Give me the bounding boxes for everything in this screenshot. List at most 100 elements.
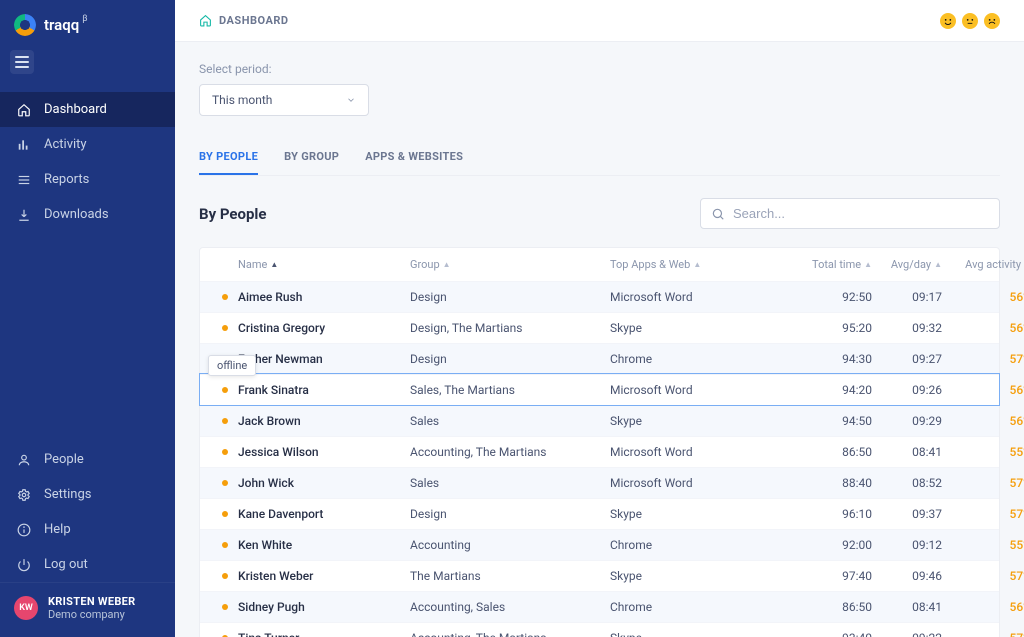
cell-total: 94:50 [810,414,890,428]
cell-avgday: 08:52 [890,476,960,490]
cell-group: Sales [410,414,610,428]
table-row[interactable]: John WickSalesMicrosoft Word88:4008:5257… [200,467,999,498]
tab-by-group[interactable]: BY GROUP [284,140,339,175]
page-title: DASHBOARD [219,14,289,27]
cell-total: 92:00 [810,538,890,552]
cell-total: 92:50 [810,290,890,304]
nav-downloads[interactable]: Downloads [0,197,175,232]
user-footer[interactable]: KW KRISTEN WEBER Demo company [0,582,175,637]
topbar: DASHBOARD [175,0,1024,42]
cell-avgday: 09:29 [890,414,960,428]
emoji-happy-icon[interactable] [940,13,956,29]
cell-name: John Wick [238,476,294,490]
period-select[interactable]: This month [199,84,369,116]
nav-label: Dashboard [44,102,107,117]
emoji-sad-icon[interactable] [984,13,1000,29]
cell-apps: Microsoft Word [610,383,810,397]
info-icon [16,523,32,537]
emoji-neutral-icon[interactable] [962,13,978,29]
nav-label: Help [44,522,71,537]
th-apps[interactable]: Top Apps & Web▲ [610,258,810,271]
cell-group: Design [410,352,610,366]
cell-name: Ken White [238,538,292,552]
nav-logout[interactable]: Log out [0,547,175,582]
cell-avgday: 09:17 [890,290,960,304]
tab-apps-websites[interactable]: APPS & WEBSITES [365,140,463,175]
th-avgday[interactable]: Avg/day▲ [890,258,960,271]
table-row[interactable]: Esther NewmanDesignChrome94:3009:2757% [200,343,999,374]
table-row[interactable]: Cristina GregoryDesign, The MartiansSkyp… [200,312,999,343]
primary-nav: Dashboard Activity Reports Downloads [0,92,175,232]
cell-name: Jack Brown [238,414,301,428]
cell-group: Design [410,290,610,304]
cell-name: Kristen Weber [238,569,313,583]
status-dot [222,294,228,300]
nav-settings[interactable]: Settings [0,477,175,512]
table-row[interactable]: Tina TurnerAccounting, The MartiansSkype… [200,622,999,637]
menu-toggle-button[interactable] [10,50,34,74]
nav-reports[interactable]: Reports [0,162,175,197]
cell-total: 93:40 [810,631,890,637]
cell-total: 94:20 [810,383,890,397]
cell-total: 86:50 [810,600,890,614]
th-avgact[interactable]: Avg activity▲ [960,258,1024,271]
table-row[interactable]: Kane DavenportDesignSkype96:1009:3757% [200,498,999,529]
nav-dashboard[interactable]: Dashboard [0,92,175,127]
th-group[interactable]: Group▲ [410,258,610,271]
section-title: By People [199,205,267,223]
emoji-feedback [940,13,1000,29]
cell-name: Tina Turner [238,631,299,637]
cell-avgday: 09:12 [890,538,960,552]
table-row[interactable]: Jessica WilsonAccounting, The MartiansMi… [200,436,999,467]
table-row[interactable]: Jack BrownSalesSkype94:5009:2956% [200,405,999,436]
cell-name: Sidney Pugh [238,600,305,614]
main: DASHBOARD Select period: This month BY P… [175,0,1024,637]
secondary-nav: People Settings Help Log out [0,442,175,582]
logo[interactable]: traqq β [0,0,175,50]
gear-icon [16,488,32,502]
th-total[interactable]: Total time▲ [810,258,890,271]
tab-by-people[interactable]: BY PEOPLE [199,140,258,175]
cell-name: Aimee Rush [238,290,302,304]
cell-avgact: 55% [960,538,1024,552]
cell-avgday: 09:27 [890,352,960,366]
table-row[interactable]: Sidney PughAccounting, SalesChrome86:500… [200,591,999,622]
status-dot [222,480,228,486]
logo-badge: β [82,14,87,24]
nav-activity[interactable]: Activity [0,127,175,162]
table-row[interactable]: Aimee RushDesignMicrosoft Word92:5009:17… [200,281,999,312]
cell-apps: Skype [610,507,810,521]
cell-apps: Microsoft Word [610,445,810,459]
status-dot [222,418,228,424]
breadcrumb: DASHBOARD [199,14,289,27]
home-icon [199,14,212,27]
logo-icon [14,14,36,36]
th-name[interactable]: Name▲ [200,258,410,271]
cell-avgact: 57% [960,476,1024,490]
search-box[interactable] [700,198,1000,229]
cell-avgday: 09:32 [890,321,960,335]
cell-total: 96:10 [810,507,890,521]
cell-total: 94:30 [810,352,890,366]
status-dot [222,325,228,331]
period-value: This month [212,93,272,107]
nav-label: Log out [44,557,88,572]
cell-name: Jessica Wilson [238,445,319,459]
cell-name: Kane Davenport [238,507,323,521]
cell-avgact: 56% [960,383,1024,397]
table-row[interactable]: Kristen WeberThe MartiansSkype97:4009:46… [200,560,999,591]
nav-help[interactable]: Help [0,512,175,547]
search-input[interactable] [733,206,989,221]
cell-group: Accounting, The Martians [410,631,610,637]
table-row[interactable]: Ken WhiteAccountingChrome92:0009:1255% [200,529,999,560]
cell-avgday: 09:46 [890,569,960,583]
table-row[interactable]: offlineFrank SinatraSales, The MartiansM… [200,374,999,405]
cell-apps: Chrome [610,352,810,366]
cell-avgday: 09:26 [890,383,960,397]
cell-avgact: 56% [960,600,1024,614]
nav-people[interactable]: People [0,442,175,477]
status-dot [222,604,228,610]
people-table: Name▲ Group▲ Top Apps & Web▲ Total time▲… [199,247,1000,637]
status-dot [222,542,228,548]
tabs: BY PEOPLE BY GROUP APPS & WEBSITES [199,140,1000,176]
